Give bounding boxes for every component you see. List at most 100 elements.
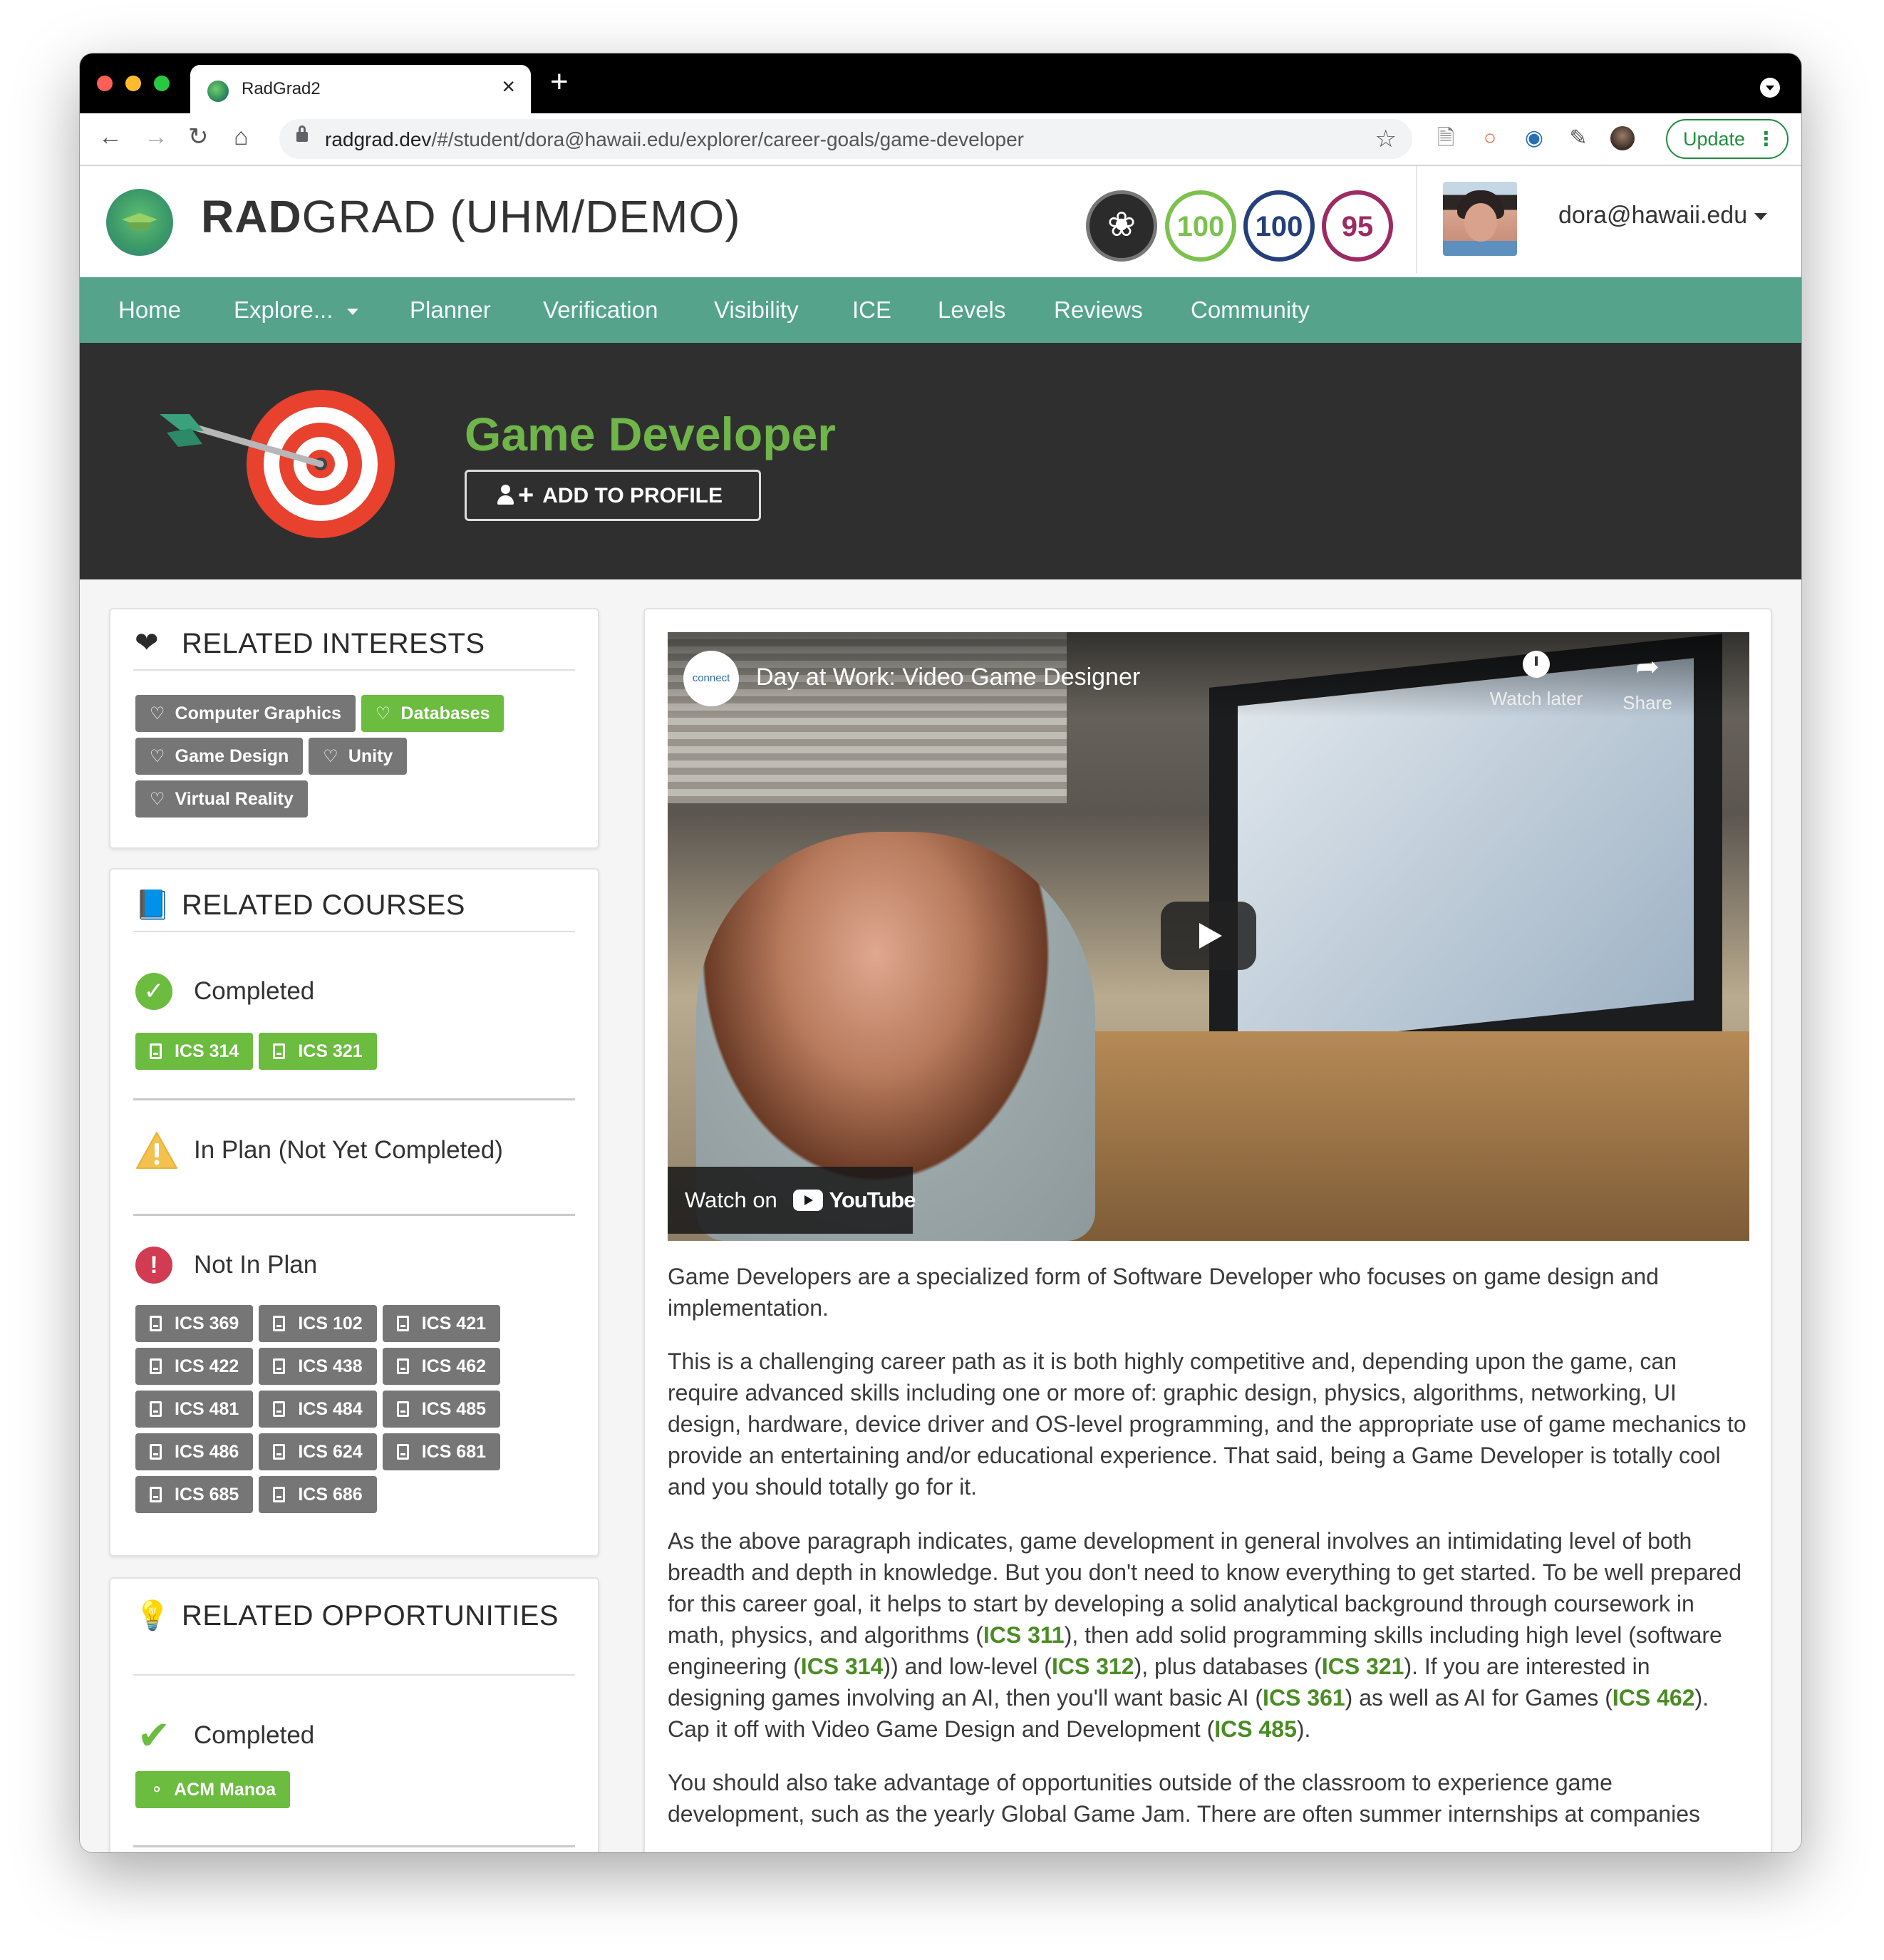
innovation-score[interactable]: 100 [1165, 190, 1236, 262]
video-title[interactable]: Day at Work: Video Game Designer [756, 664, 1140, 691]
main-nav: Home Explore... Planner Verification Vis… [80, 277, 1801, 343]
course-link[interactable]: ICS 312 [1052, 1654, 1134, 1679]
video-player[interactable]: connect Day at Work: Video Game Designer… [668, 632, 1749, 1241]
close-window-button[interactable] [97, 76, 113, 91]
home-icon[interactable]: ⌂ [234, 125, 249, 149]
clock-icon [1523, 651, 1550, 678]
course-chip[interactable]: ICS 624 [259, 1433, 377, 1470]
nav-home[interactable]: Home [118, 296, 181, 324]
course-chip[interactable]: ICS 314 [135, 1033, 254, 1070]
address-bar[interactable]: radgrad.dev/#/student/dora@hawaii.edu/ex… [279, 119, 1412, 159]
course-link[interactable]: ICS 485 [1214, 1716, 1297, 1742]
course-chip[interactable]: ICS 681 [382, 1433, 501, 1470]
course-chip[interactable]: ICS 102 [259, 1305, 377, 1342]
user-avatar[interactable] [1443, 182, 1517, 256]
update-button[interactable]: Update ⋮ [1666, 119, 1789, 159]
share-icon: ➦ [1635, 651, 1660, 683]
book-icon [273, 1358, 286, 1374]
minimize-window-button[interactable] [125, 76, 141, 91]
heart-outline-icon: ♡ [375, 703, 391, 723]
course-chip[interactable]: ICS 462 [382, 1348, 501, 1385]
radgrad-logo[interactable] [106, 189, 173, 256]
opportunity-chip[interactable]: ⚬ ACM Manoa [135, 1771, 291, 1808]
channel-logo[interactable]: connect [683, 651, 739, 706]
play-button[interactable] [1161, 902, 1256, 970]
book-icon [150, 1358, 162, 1374]
nav-ice[interactable]: ICE [852, 296, 891, 324]
course-chip[interactable]: ICS 369 [135, 1305, 254, 1342]
not-in-plan-course-chips: ICS 369 ICS 102 ICS 421 ICS 422 ICS 438 … [135, 1305, 506, 1513]
book-icon [150, 1043, 162, 1059]
new-tab-button[interactable]: + [550, 66, 569, 98]
not-in-plan-section: ! Not In Plan [135, 1247, 317, 1284]
description-paragraph: This is a challenging career path as it … [668, 1348, 1746, 1500]
related-opportunities-card: 💡 RELATED OPPORTUNITIES ✔ Completed ⚬ ACM… [109, 1577, 599, 1852]
interest-chip[interactable]: ♡ Computer Graphics [135, 695, 356, 732]
course-chip[interactable]: ICS 421 [382, 1305, 501, 1342]
course-chip[interactable]: ICS 685 [135, 1476, 254, 1513]
completed-opportunity-chips: ⚬ ACM Manoa [135, 1771, 534, 1808]
experience-score[interactable]: 95 [1322, 190, 1393, 262]
forward-icon[interactable]: → [144, 125, 168, 149]
card-title: RELATED INTERESTS [182, 628, 485, 659]
nav-community[interactable]: Community [1191, 296, 1310, 324]
course-chip[interactable]: ICS 321 [259, 1033, 377, 1070]
profile-avatar-icon[interactable] [1610, 126, 1635, 150]
course-link[interactable]: ICS 314 [801, 1654, 884, 1679]
book-icon [396, 1316, 409, 1331]
back-icon[interactable]: ← [98, 125, 123, 149]
add-to-profile-button[interactable]: + ADD TO PROFILE [465, 470, 761, 521]
nav-planner[interactable]: Planner [410, 296, 491, 324]
ice-mandala-icon[interactable]: ❀ [1086, 190, 1157, 262]
interest-chip[interactable]: ♡ Databases [361, 695, 504, 732]
nav-levels[interactable]: Levels [938, 296, 1005, 324]
heart-outline-icon: ♡ [323, 746, 338, 766]
target-icon [160, 390, 395, 538]
competency-score[interactable]: 100 [1243, 190, 1315, 262]
extension-search-icon[interactable]: ◉ [1522, 126, 1546, 150]
card-title: RELATED COURSES [182, 889, 465, 921]
course-chip[interactable]: ICS 422 [135, 1348, 254, 1385]
nav-verification[interactable]: Verification [543, 296, 658, 324]
favicon-icon [207, 81, 229, 102]
related-interests-card: ❤ RELATED INTERESTS ♡ Computer Graphics ♡… [109, 608, 599, 849]
course-chip[interactable]: ICS 485 [382, 1391, 501, 1428]
puzzle-icon[interactable]: ✎ [1566, 126, 1590, 150]
reader-icon[interactable]: 🗎 [1434, 126, 1458, 150]
tab-search-icon[interactable] [1760, 78, 1780, 98]
browser-tab[interactable]: RadGrad2 × [190, 65, 531, 115]
card-title: RELATED OPPORTUNITIES [182, 1600, 559, 1631]
interest-chip[interactable]: ♡ Virtual Reality [135, 780, 308, 817]
course-chip[interactable]: ICS 486 [135, 1433, 254, 1470]
interest-chip[interactable]: ♡ Game Design [135, 738, 304, 775]
watch-later-button[interactable]: Watch later [1483, 651, 1590, 710]
warning-icon [136, 1132, 177, 1169]
nav-visibility[interactable]: Visibility [714, 296, 799, 324]
extension-b-icon[interactable]: ○ [1478, 126, 1502, 150]
course-chip[interactable]: ICS 686 [259, 1476, 377, 1513]
share-button[interactable]: ➦ Share [1594, 651, 1701, 714]
course-link[interactable]: ICS 321 [1322, 1654, 1404, 1679]
lightbulb-icon: 💡 [135, 1600, 170, 1631]
watch-on-youtube-button[interactable]: Watch on YouTube [668, 1167, 916, 1234]
bookmark-star-icon[interactable]: ☆ [1375, 125, 1397, 153]
maximize-window-button[interactable] [154, 76, 170, 91]
reload-icon[interactable]: ↻ [188, 125, 209, 149]
book-icon [273, 1401, 286, 1417]
nav-explore[interactable]: Explore... [234, 296, 359, 324]
book-icon [396, 1358, 409, 1374]
nav-reviews[interactable]: Reviews [1054, 296, 1143, 324]
course-chip[interactable]: ICS 481 [135, 1391, 254, 1428]
check-circle-icon: ✓ [135, 973, 172, 1010]
user-menu[interactable]: dora@hawaii.edu [1558, 202, 1768, 229]
book-icon [273, 1487, 286, 1502]
course-link[interactable]: ICS 361 [1263, 1685, 1345, 1711]
course-chip[interactable]: ICS 438 [259, 1348, 377, 1385]
course-link[interactable]: ICS 462 [1613, 1685, 1695, 1711]
checkmark-icon: ✔ [137, 1713, 171, 1758]
close-tab-icon[interactable]: × [502, 75, 515, 98]
course-link[interactable]: ICS 311 [983, 1622, 1065, 1648]
interest-chip[interactable]: ♡ Unity [309, 738, 408, 775]
graduation-cap-icon [122, 213, 157, 230]
course-chip[interactable]: ICS 484 [259, 1391, 377, 1428]
